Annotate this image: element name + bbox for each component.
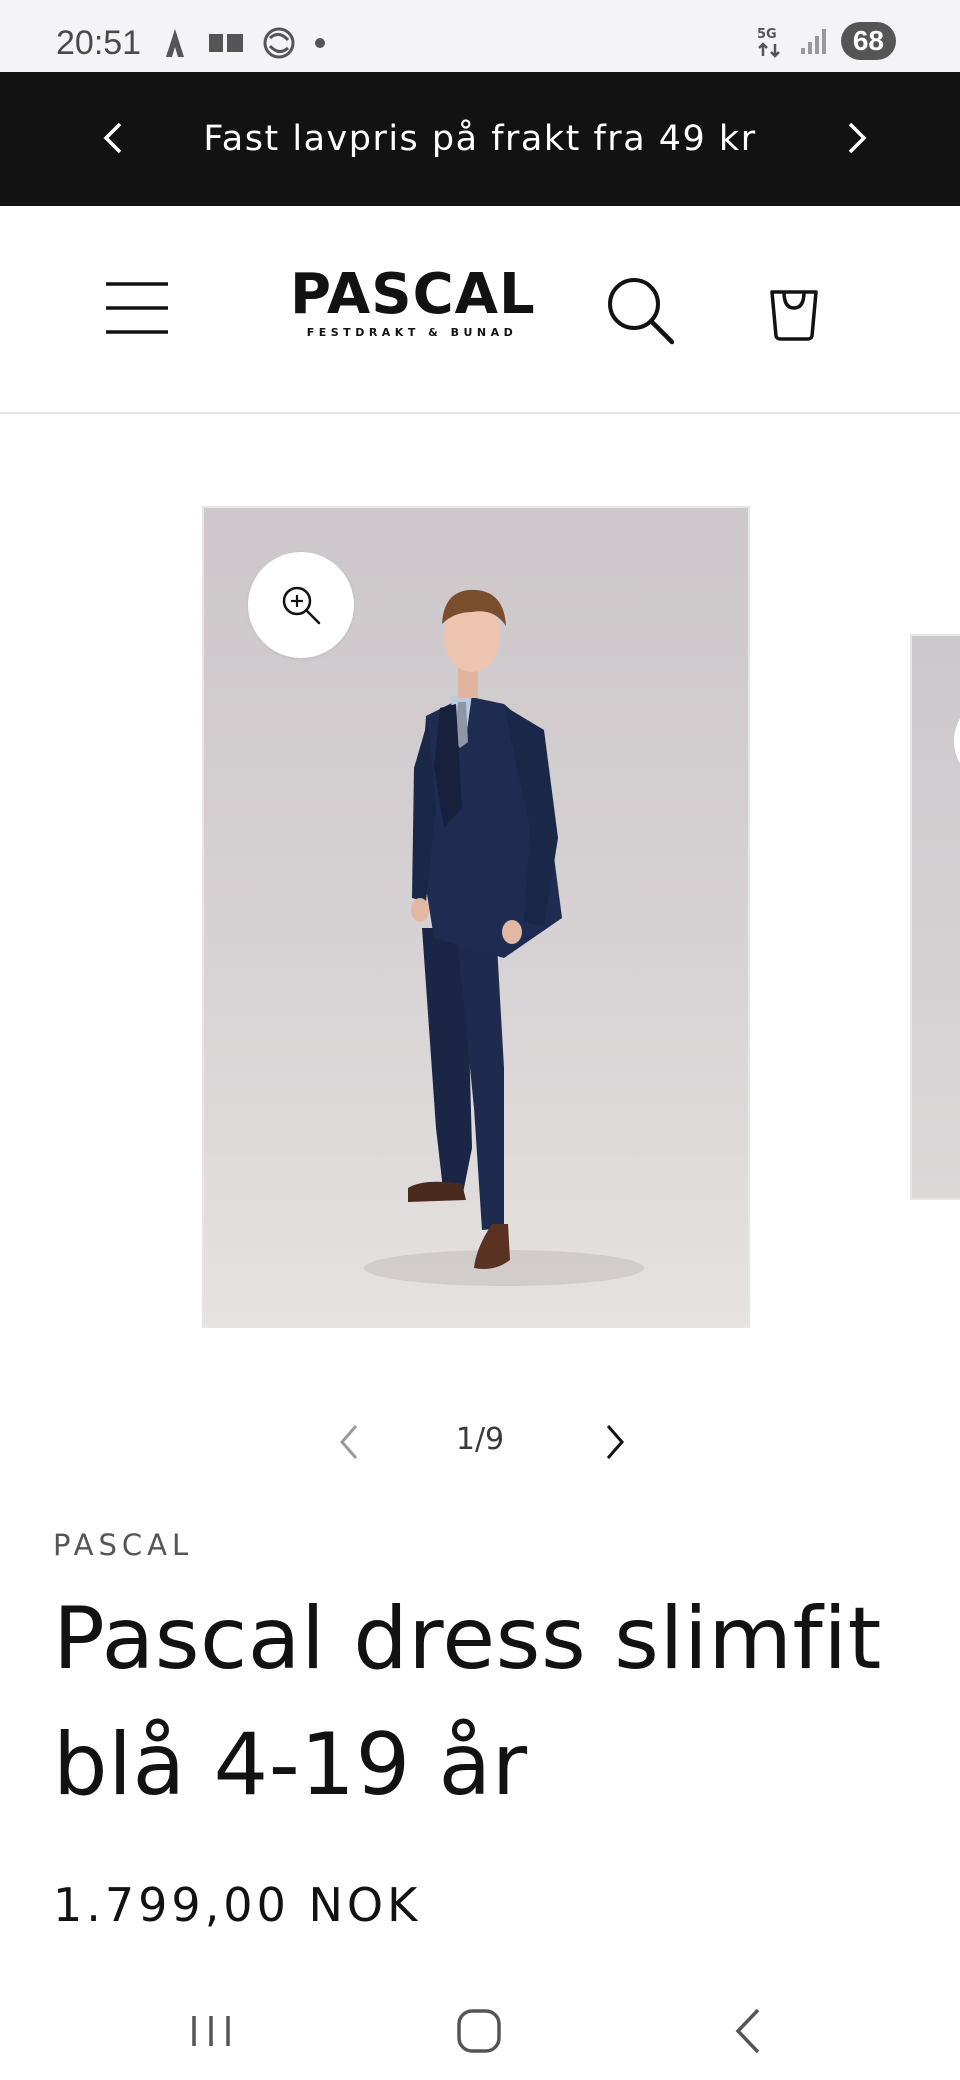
- zoom-button[interactable]: [248, 552, 354, 658]
- home-icon[interactable]: [444, 1996, 514, 2066]
- product-image[interactable]: [202, 506, 750, 1328]
- svg-text:5G: 5G: [757, 27, 777, 42]
- signal-icon: [800, 29, 826, 54]
- network-5g-icon: 5G: [757, 27, 780, 58]
- status-bar: 20:51 5G 68: [0, 0, 960, 72]
- system-nav-bar: [0, 1978, 960, 2080]
- status-time: 20:51: [56, 24, 142, 62]
- zoom-button-preview: [954, 696, 960, 786]
- chevron-left-icon[interactable]: [92, 116, 136, 160]
- logo-tagline: FESTDRAKT & BUNAD: [306, 326, 518, 339]
- search-icon[interactable]: [604, 274, 676, 346]
- recents-icon[interactable]: [176, 1996, 246, 2066]
- product-vendor: PASCAL: [53, 1528, 194, 1562]
- site-logo[interactable]: PASCAL FESTDRAKT & BUNAD: [290, 262, 536, 340]
- logo-text: PASCAL: [290, 262, 536, 327]
- dot-icon: [315, 38, 325, 48]
- product-price: 1.799,00 NOK: [53, 1878, 422, 1932]
- slide-counter: 1/9: [455, 1422, 505, 1457]
- menu-icon[interactable]: [104, 276, 170, 340]
- site-header: PASCAL FESTDRAKT & BUNAD: [0, 206, 960, 414]
- product-gallery: 1/9: [0, 412, 960, 1459]
- status-notification-icons: [160, 26, 326, 60]
- message-icon: [209, 34, 243, 52]
- chevron-left-icon[interactable]: [328, 1412, 368, 1472]
- chevron-right-icon[interactable]: [596, 1412, 636, 1472]
- sync-icon: [263, 27, 295, 59]
- product-title: Pascal dress slimfit blå 4-19 år: [53, 1589, 882, 1815]
- cart-icon[interactable]: [764, 282, 824, 342]
- status-right-icons: 5G 68: [755, 22, 896, 60]
- slider-controls: 1/9: [0, 1412, 960, 1472]
- zoom-icon: [282, 586, 321, 625]
- announcement-text: Fast lavpris på frakt fra 49 kr: [203, 119, 757, 159]
- chevron-right-icon[interactable]: [834, 116, 878, 160]
- announcement-bar: Fast lavpris på frakt fra 49 kr: [0, 72, 960, 206]
- battery-indicator: 68: [840, 22, 896, 60]
- back-icon[interactable]: [714, 1996, 784, 2066]
- app-notification-icon: [166, 29, 184, 57]
- next-slide-preview[interactable]: [910, 634, 960, 1200]
